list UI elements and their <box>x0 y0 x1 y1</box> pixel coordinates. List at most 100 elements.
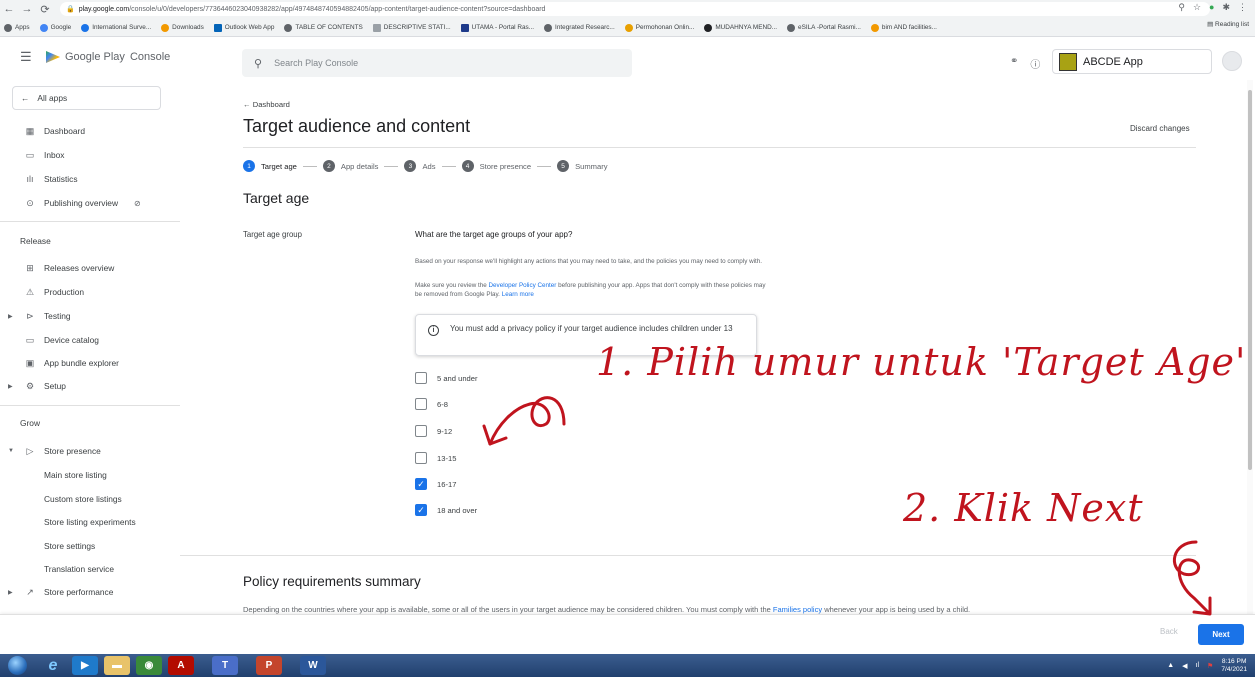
media-icon[interactable]: ▶ <box>72 656 98 675</box>
bookmark-item[interactable]: Integrated Researc... <box>544 23 615 32</box>
step-store-presence[interactable]: 4 Store presence <box>461 160 531 172</box>
bookmark-item[interactable]: bim AND facilities... <box>870 23 937 32</box>
pdf-icon[interactable]: A <box>168 656 194 675</box>
next-button[interactable]: Next <box>1198 624 1244 645</box>
word-icon[interactable]: W <box>300 656 326 675</box>
tray-arrow-icon[interactable]: ▲ <box>1167 662 1174 669</box>
step-connector <box>441 165 456 167</box>
sidebar-heading-grow: Grow <box>20 418 41 428</box>
search-bar[interactable]: ⚲ Search Play Console <box>242 49 632 77</box>
globe-icon <box>544 23 553 32</box>
expand-caret-icon[interactable]: ▶ <box>8 383 13 390</box>
developer-policy-link[interactable]: Developer Policy Center <box>489 282 557 289</box>
checkbox-empty-icon[interactable] <box>415 372 427 384</box>
step-target-age[interactable]: 1 Target age <box>243 160 297 172</box>
bim-icon <box>870 23 879 32</box>
ie-icon[interactable]: e <box>40 656 66 675</box>
zoom-icon[interactable]: ⚲ <box>1178 2 1185 13</box>
folder-icon[interactable]: ▬ <box>104 656 130 675</box>
forward-arrow-icon[interactable]: → <box>18 3 36 15</box>
bookmark-item[interactable]: DESCRIPTIVE STATI... <box>372 23 451 32</box>
puzzle-icon[interactable]: ✱ <box>1222 2 1230 13</box>
expand-caret-icon[interactable]: ▶ <box>8 313 13 320</box>
sidebar-item-publishing-overview[interactable]: ⊙ Publishing overview ⊘ <box>0 195 180 211</box>
sidebar-item-custom-store-listings[interactable]: Custom store listings <box>0 491 180 507</box>
bookmark-item[interactable]: Outlook Web App <box>213 23 274 32</box>
play-console-logo[interactable]: Google Play Console <box>46 51 170 63</box>
back-button[interactable]: Back <box>1160 627 1178 636</box>
bookmark-item[interactable]: TABLE OF CONTENTS <box>284 23 363 32</box>
age-option-checkbox[interactable]: 5 and under <box>415 371 555 385</box>
sidebar-item-statistics[interactable]: ılı Statistics <box>0 171 180 187</box>
checkbox-checked-icon[interactable]: ✓ <box>415 504 427 516</box>
sidebar-item-main-store-listing[interactable]: Main store listing <box>0 467 180 483</box>
search-input[interactable]: Search Play Console <box>274 58 358 68</box>
address-bar[interactable]: 🔒 play.google.com /console/u/0/developer… <box>60 2 1210 16</box>
bookmark-item[interactable]: UTAMA - Portal Ras... <box>460 23 534 32</box>
scrollbar-thumb[interactable] <box>1248 90 1252 470</box>
avatar[interactable] <box>1222 51 1242 71</box>
bookmark-item[interactable]: MUDAHNYA MEND... <box>704 23 777 32</box>
menu-icon[interactable]: ☰ <box>20 49 32 65</box>
sidebar-item-production[interactable]: ⚠ Production <box>0 284 180 300</box>
sidebar-item-store-performance[interactable]: ▶ ↗ Store performance <box>0 584 180 600</box>
checkbox-empty-icon[interactable] <box>415 452 427 464</box>
help-icon[interactable]: ⓘ <box>1030 56 1040 71</box>
menu-dots-icon[interactable]: ⋮ <box>1238 2 1247 13</box>
bookmark-item[interactable]: Downloads <box>161 23 204 32</box>
sidebar-item-releases-overview[interactable]: ⊞ Releases overview <box>0 260 180 276</box>
bookmark-item[interactable]: Google <box>39 23 71 32</box>
sidebar-item-setup[interactable]: ▶ ⚙ Setup <box>0 378 180 394</box>
bookmark-item[interactable]: International Surve... <box>81 23 151 32</box>
app-selector[interactable]: ABCDE App <box>1052 49 1212 74</box>
sidebar-item-store-listing-experiments[interactable]: Store listing experiments <box>0 514 180 530</box>
reading-list[interactable]: ▤ Reading list <box>1207 20 1249 28</box>
network-icon[interactable]: ıl <box>1196 662 1200 669</box>
scrollbar[interactable] <box>1247 80 1253 614</box>
bookmark-item[interactable]: eSILA -Portal Rasmi... <box>787 23 861 32</box>
publishing-icon: ⊙ <box>26 197 34 208</box>
bookmark-item[interactable]: Permohonan Onlin... <box>624 23 694 32</box>
extension-icon[interactable]: ● <box>1209 2 1214 13</box>
breadcrumb[interactable]: ← Dashboard <box>243 100 290 109</box>
divider <box>243 147 1196 148</box>
step-app-details[interactable]: 2 App details <box>322 160 378 172</box>
bookmark-item[interactable]: Apps <box>4 23 30 32</box>
flag-icon[interactable]: ⚑ <box>1207 662 1213 670</box>
checkbox-empty-icon[interactable] <box>415 425 427 437</box>
circle-icon <box>704 23 713 32</box>
sidebar-item-store-settings[interactable]: Store settings <box>0 538 180 554</box>
expand-caret-icon[interactable]: ▶ <box>8 589 13 596</box>
teams-icon[interactable]: T <box>212 656 238 675</box>
link-icon[interactable]: ⚭ <box>1010 56 1018 71</box>
speaker-icon[interactable]: ◀ <box>1182 662 1187 670</box>
sidebar-item-store-presence[interactable]: ▼ ▷ Store presence <box>0 443 180 459</box>
checkbox-checked-icon[interactable]: ✓ <box>415 478 427 490</box>
step-summary[interactable]: 5 Summary <box>557 160 608 172</box>
age-option-checkbox[interactable]: ✓ 16-17 <box>415 477 555 491</box>
all-apps-button[interactable]: ← All apps <box>12 86 161 110</box>
sidebar-item-dashboard[interactable]: ▦ Dashboard <box>0 123 180 139</box>
chrome-icon[interactable]: ◉ <box>136 656 162 675</box>
discard-changes-button[interactable]: Discard changes <box>1130 124 1190 133</box>
families-policy-link[interactable]: Families policy <box>773 605 822 614</box>
step-ads[interactable]: 3 Ads <box>404 160 436 172</box>
sidebar-item-testing[interactable]: ▶ ⊳ Testing <box>0 308 180 324</box>
reload-icon[interactable]: ⟳ <box>36 3 54 16</box>
sidebar-item-inbox[interactable]: ▭ Inbox <box>0 147 180 163</box>
sidebar-item-translation-service[interactable]: Translation service <box>0 561 180 577</box>
powerpoint-icon[interactable]: P <box>256 656 282 675</box>
annotation-arrow-icon <box>1173 540 1212 616</box>
sidebar-item-app-bundle-explorer[interactable]: ▣ App bundle explorer <box>0 355 180 371</box>
checkbox-empty-icon[interactable] <box>415 398 427 410</box>
age-option-checkbox[interactable]: ✓ 18 and over <box>415 503 555 517</box>
crest-icon <box>624 23 633 32</box>
start-button[interactable] <box>8 656 27 675</box>
star-icon[interactable]: ☆ <box>1193 2 1201 13</box>
sidebar-item-device-catalog[interactable]: ▭ Device catalog <box>0 332 180 348</box>
clock[interactable]: 8:16 PM 7/4/2021 <box>1221 658 1247 674</box>
learn-more-link[interactable]: Learn more <box>502 291 534 298</box>
back-arrow-icon[interactable]: ← <box>0 3 18 15</box>
annotation-step1: 1. Pilih umur untuk 'Target Age' <box>596 340 1247 384</box>
collapse-caret-icon[interactable]: ▼ <box>8 448 14 454</box>
